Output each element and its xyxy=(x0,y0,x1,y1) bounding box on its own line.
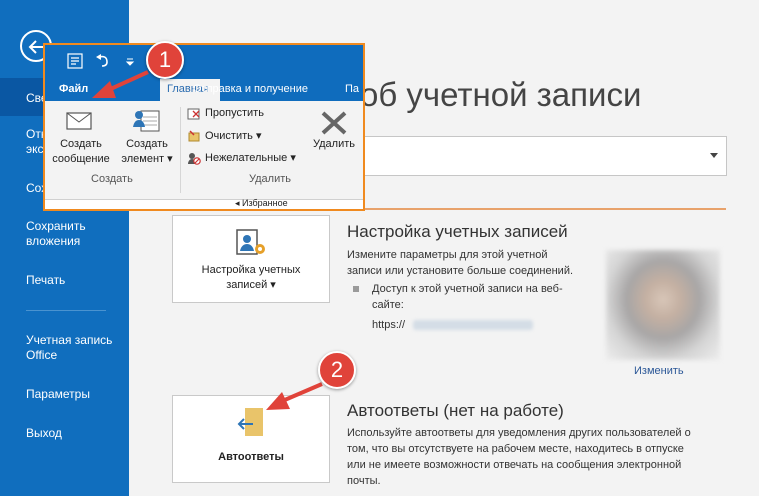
ribbon-zoom-inset: Файл Главная Отправка и получение Па Соз… xyxy=(43,43,365,211)
group-new-label: Создать xyxy=(91,173,133,185)
junk-icon xyxy=(188,153,201,165)
sidebar-item-save-attachments[interactable]: Сохранить вложения xyxy=(26,219,126,249)
junk-button[interactable]: Нежелательные ▾ xyxy=(205,151,296,164)
tab-send-receive[interactable]: Отправка и получение xyxy=(193,83,308,95)
account-settings-icon xyxy=(236,229,265,255)
account-selector[interactable] xyxy=(348,136,727,176)
autoreply-icon xyxy=(237,408,263,436)
new-items-button[interactable]: Создать элемент ▾ xyxy=(117,137,177,167)
autoreply-heading: Автоответы (нет на работе) xyxy=(347,401,564,420)
autoreply-button[interactable]: Автоответы xyxy=(172,395,330,483)
undo-icon[interactable] xyxy=(95,53,111,69)
folder-pane-strip: ◂ Избранное xyxy=(45,198,363,209)
page-title: об учетной записи xyxy=(360,76,642,113)
sidebar-item-options[interactable]: Параметры xyxy=(26,387,126,402)
quick-access-toolbar xyxy=(45,45,363,79)
ignore-button[interactable]: Пропустить xyxy=(205,107,264,119)
ribbon-tabs: Файл Главная Отправка и получение Па xyxy=(45,79,363,101)
new-email-button[interactable]: Создать сообщение xyxy=(49,137,113,167)
customize-toolbar-icon[interactable] xyxy=(125,57,135,67)
account-settings-button[interactable]: Настройка учетных записей ▾ xyxy=(172,215,330,303)
ignore-icon xyxy=(187,108,200,120)
clean-up-icon xyxy=(188,130,200,142)
sidebar-divider xyxy=(26,310,106,311)
group-separator xyxy=(180,107,181,193)
favorites-label[interactable]: ◂ Избранное xyxy=(235,198,288,209)
change-photo-link[interactable]: Изменить xyxy=(634,365,684,377)
bullet-icon xyxy=(353,286,359,292)
sidebar-item-exit[interactable]: Выход xyxy=(26,426,126,441)
account-settings-heading: Настройка учетных записей xyxy=(347,222,568,241)
web-access-url-prefix[interactable]: https:// xyxy=(372,317,405,333)
web-access-url-blurred[interactable] xyxy=(413,320,533,330)
sidebar-item-print[interactable]: Печать xyxy=(26,273,126,288)
ribbon-body: Создать сообщение Создать элемент ▾ Созд… xyxy=(45,101,363,199)
tab-file[interactable]: Файл xyxy=(59,83,88,95)
profile-photo xyxy=(606,250,720,360)
send-receive-all-icon[interactable] xyxy=(67,53,83,69)
step-badge-2: 2 xyxy=(318,351,356,389)
new-email-icon[interactable] xyxy=(65,107,95,135)
autoreply-description: Используйте автоответы для уведомления д… xyxy=(347,427,691,487)
autoreply-button-label: Автоответы xyxy=(218,451,284,463)
clean-up-button[interactable]: Очистить ▾ xyxy=(205,129,261,142)
delete-icon[interactable] xyxy=(319,109,349,137)
chevron-down-icon xyxy=(710,153,718,158)
web-access-text: Доступ к этой учетной записи на веб- сай… xyxy=(372,283,563,311)
step-badge-1: 1 xyxy=(146,41,184,79)
new-items-icon[interactable] xyxy=(131,105,161,135)
tab-folder[interactable]: Па xyxy=(345,83,359,95)
group-delete-label: Удалить xyxy=(249,173,291,185)
sidebar-item-office-account[interactable]: Учетная запись Office xyxy=(26,333,126,363)
account-settings-description: Измените параметры для этой учетной запи… xyxy=(347,249,574,277)
account-settings-button-label: Настройка учетных записей ▾ xyxy=(201,264,301,291)
delete-button[interactable]: Удалить xyxy=(309,137,359,152)
